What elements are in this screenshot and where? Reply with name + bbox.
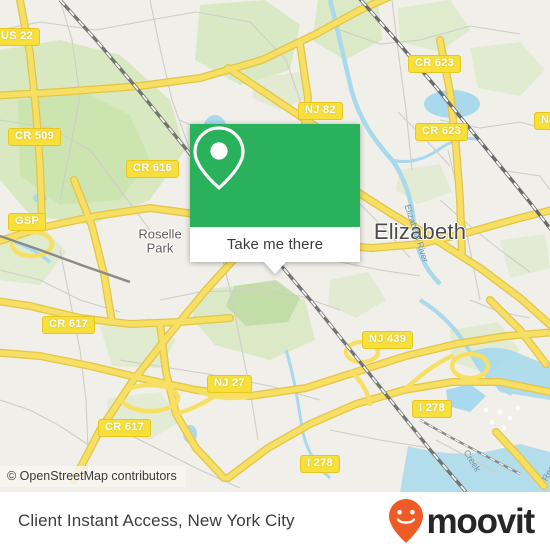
place-label-roselle-park: Park (146, 240, 174, 256)
popup-action-label: Take me there (226, 236, 324, 253)
road-shield-i-278-a: I 278 (412, 400, 452, 418)
footer-bar: Client Instant Access, New York City moo… (0, 492, 550, 550)
moovit-smiley-pin-icon (389, 499, 424, 543)
road-shield-nj-27: NJ 27 (207, 375, 252, 393)
road-shield-nj-edge: NJ (534, 112, 550, 130)
road-shield-us-22: US 22 (0, 28, 41, 46)
location-title: Client Instant Access, New York City (18, 511, 295, 530)
popup-action[interactable]: Take me there (190, 227, 360, 262)
popup-header (190, 124, 360, 227)
road-shield-nj-439: NJ 439 (362, 331, 414, 349)
road-shield-cr-617-a: CR 617 (42, 316, 96, 334)
place-label-roselle: Roselle (138, 226, 182, 242)
popup-tail (264, 262, 286, 274)
map-page: Elizabeth Roselle Park Elizabeth River C… (0, 0, 550, 550)
road-shield-nj-82: NJ 82 (298, 102, 343, 120)
map-pin-icon (193, 126, 245, 190)
road-shield-cr-623-b: CR 623 (415, 123, 469, 141)
map-canvas[interactable]: Elizabeth Roselle Park Elizabeth River C… (0, 0, 550, 492)
road-shield-cr-617-b: CR 617 (98, 419, 152, 437)
moovit-wordmark: moovit (426, 501, 535, 541)
moovit-logo[interactable]: moovit (388, 498, 535, 544)
location-popup[interactable]: Take me there (190, 124, 360, 274)
osm-attribution[interactable]: © OpenStreetMap contributors (0, 466, 186, 487)
road-shield-i-278-b: I 278 (300, 455, 340, 473)
road-shield-gsp: GSP (8, 213, 47, 231)
road-shield-cr-616: CR 616 (126, 160, 180, 178)
road-shield-cr-623-a: CR 623 (408, 55, 462, 73)
road-shield-cr-509: CR 509 (8, 128, 62, 146)
